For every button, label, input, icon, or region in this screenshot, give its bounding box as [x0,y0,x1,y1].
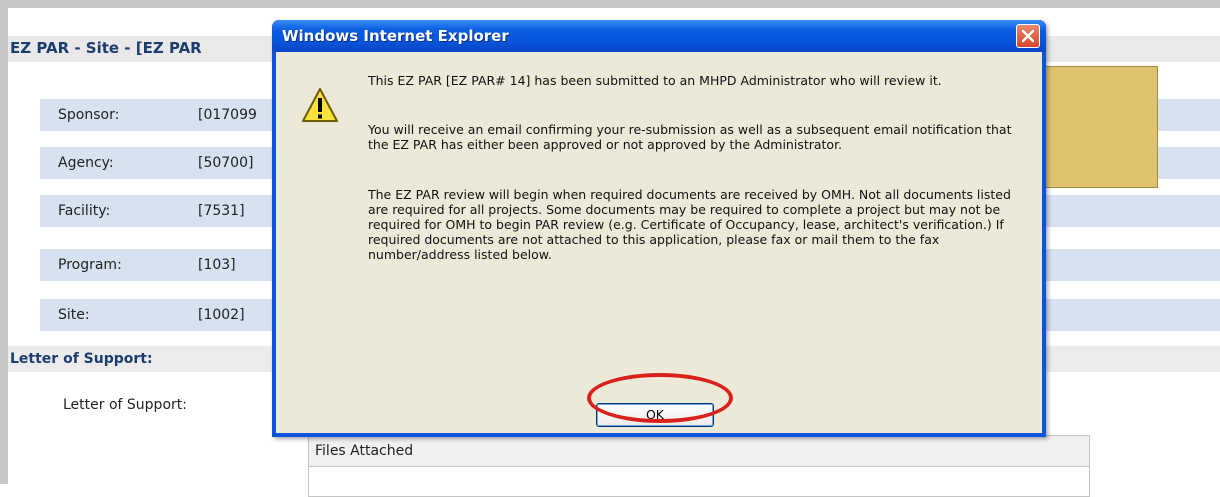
highlight-ring [587,373,733,423]
dialog-message-3: The EZ PAR review will begin when requir… [368,187,1011,262]
field-value: [1002] [198,307,245,323]
dialog-title: Windows Internet Explorer [282,27,509,45]
letter-of-support-label: Letter of Support: [63,397,187,413]
window-frame-top [0,0,1220,8]
warning-icon [302,88,338,122]
page-title: EZ PAR - Site - [EZ PAR [10,39,202,57]
dialog-message-2: You will receive an email confirming you… [368,122,1012,152]
section-title: Letter of Support: [10,351,153,367]
field-value: [50700] [198,155,254,171]
field-label: Agency: [58,155,114,171]
field-label: Program: [58,257,122,273]
field-value: [103] [198,257,236,273]
files-attached-header: Files Attached [309,436,1089,467]
field-value: [017099 [198,107,257,123]
window-frame-left [0,0,8,484]
field-label: Site: [58,307,90,323]
files-attached-table: Files Attached [308,435,1090,497]
close-icon [1021,29,1035,43]
dialog-titlebar[interactable]: Windows Internet Explorer [272,20,1046,52]
field-label: Facility: [58,203,111,219]
close-button[interactable] [1016,24,1040,48]
field-value: [7531] [198,203,245,219]
field-label: Sponsor: [58,107,120,123]
dialog-message-1: This EZ PAR [EZ PAR# 14] has been submit… [368,73,942,88]
